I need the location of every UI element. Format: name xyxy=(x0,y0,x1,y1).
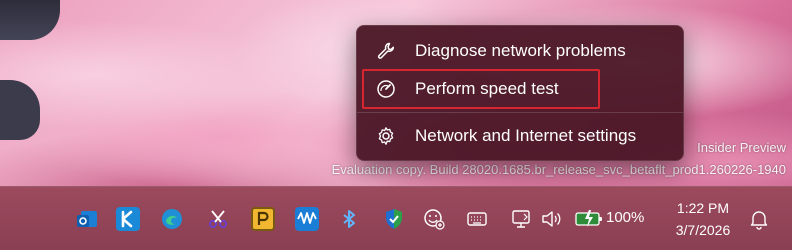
taskbar: 100% 1:22 PM 3/7/2026 xyxy=(0,186,792,250)
menu-item-network-settings[interactable]: Network and Internet settings xyxy=(357,117,683,155)
menu-item-label: Perform speed test xyxy=(415,79,559,98)
desktop-wallpaper: Insider Preview Evaluation copy. Build 2… xyxy=(0,0,792,250)
gear-icon xyxy=(375,125,397,147)
menu-item-label: Diagnose network problems xyxy=(415,41,626,60)
menu-item-diagnose-network[interactable]: Diagnose network problems xyxy=(357,32,683,70)
bluetooth-icon[interactable] xyxy=(337,207,361,231)
menu-item-label: Network and Internet settings xyxy=(415,126,637,145)
insider-preview-watermark: Insider Preview xyxy=(697,140,786,155)
build-watermark: Evaluation copy. Build 28020.1685.br_rel… xyxy=(331,162,786,177)
k-app-icon[interactable] xyxy=(116,207,140,231)
wrench-icon xyxy=(375,40,397,62)
battery-icon[interactable] xyxy=(574,208,604,230)
clock-date: 3/7/2026 xyxy=(675,222,731,238)
snipping-tool-icon[interactable] xyxy=(206,207,230,231)
speedometer-icon xyxy=(375,78,397,100)
outlook-icon[interactable] xyxy=(75,207,99,231)
clock[interactable]: 1:22 PM 3/7/2026 xyxy=(665,197,741,241)
p-app-icon[interactable] xyxy=(251,207,275,231)
notification-bell-icon[interactable] xyxy=(748,208,770,230)
network-context-menu: Diagnose network problems Perform speed … xyxy=(356,25,684,161)
edge-icon[interactable] xyxy=(160,207,184,231)
wallpaper-sky xyxy=(0,0,60,40)
waveform-app-icon[interactable] xyxy=(295,207,319,231)
network-icon[interactable] xyxy=(510,208,532,230)
battery-percentage: 100% xyxy=(606,209,645,226)
menu-separator xyxy=(357,112,683,113)
menu-item-perform-speed-test[interactable]: Perform speed test xyxy=(362,69,600,109)
volume-icon[interactable] xyxy=(540,208,562,230)
security-shield-icon[interactable] xyxy=(382,207,406,231)
wallpaper-sky xyxy=(0,80,40,140)
keyboard-icon[interactable] xyxy=(466,208,488,230)
emoji-icon[interactable] xyxy=(423,208,445,230)
clock-time: 1:22 PM xyxy=(676,200,730,216)
